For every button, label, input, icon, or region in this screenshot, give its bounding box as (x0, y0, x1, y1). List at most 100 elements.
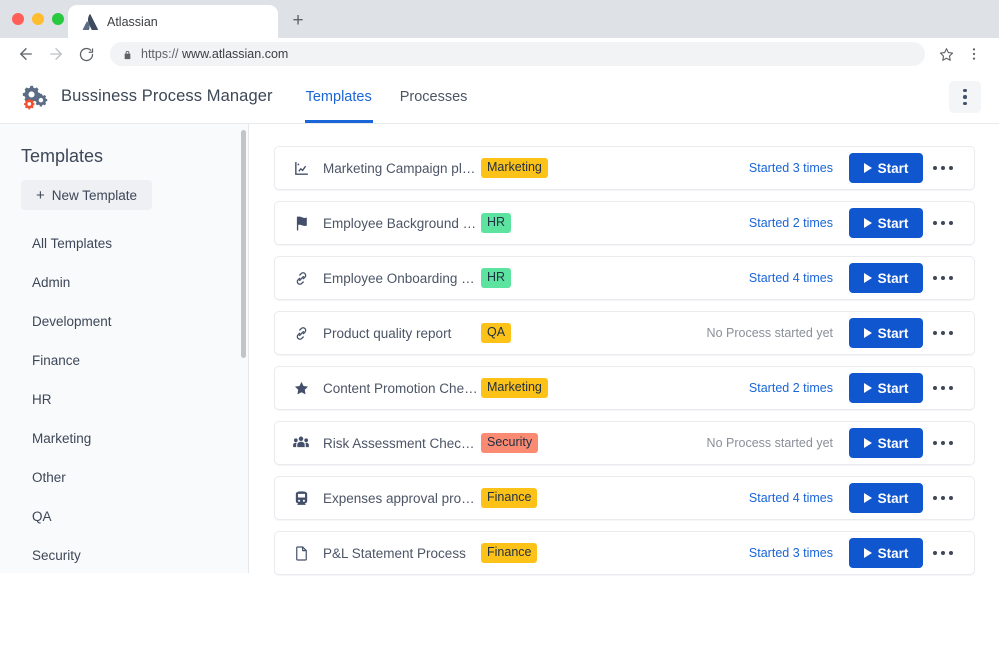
browser-tab[interactable]: Atlassian (68, 5, 278, 38)
new-tab-button[interactable]: + (287, 10, 309, 32)
sidebar-item-qa[interactable]: QA (0, 497, 248, 536)
row-overflow-menu-button[interactable] (923, 208, 963, 238)
sidebar-item-all-templates[interactable]: All Templates (0, 224, 248, 263)
start-button[interactable]: Start (849, 318, 923, 348)
lock-icon (122, 48, 132, 60)
sidebar-item-security[interactable]: Security (0, 536, 248, 573)
app-window: Atlassian + https:// www.atlassian.com B… (0, 0, 999, 662)
row-overflow-menu-button[interactable] (923, 538, 963, 568)
tab-templates[interactable]: Templates (304, 70, 373, 123)
start-button[interactable]: Start (849, 373, 923, 403)
tab-processes[interactable]: Processes (399, 70, 469, 123)
sidebar-item-marketing[interactable]: Marketing (0, 419, 248, 458)
kebab-dot (949, 551, 953, 555)
kebab-dot (963, 88, 967, 93)
row-overflow-menu-button[interactable] (923, 483, 963, 513)
kebab-dot (933, 441, 937, 445)
back-arrow-icon[interactable] (12, 40, 40, 68)
minimize-window-button[interactable] (32, 13, 44, 25)
browser-menu-icon[interactable] (961, 41, 987, 67)
sidebar-list: All Templates Admin Development Finance … (0, 224, 248, 573)
kebab-dot (949, 166, 953, 170)
forward-arrow-icon (42, 40, 70, 68)
address-bar-url: https:// www.atlassian.com (141, 47, 288, 61)
browser-toolbar: https:// www.atlassian.com (0, 38, 999, 70)
close-window-button[interactable] (12, 13, 24, 25)
start-button[interactable]: Start (849, 153, 923, 183)
run-count-status: Started 4 times (748, 491, 833, 505)
play-icon (863, 493, 872, 503)
sidebar-item-development[interactable]: Development (0, 302, 248, 341)
sidebar-item-label: HR (32, 392, 52, 407)
start-button[interactable]: Start (849, 538, 923, 568)
kebab-dot (933, 551, 937, 555)
start-button-label: Start (877, 490, 909, 506)
start-button[interactable]: Start (849, 483, 923, 513)
atlassian-favicon-icon (82, 13, 99, 30)
run-count-status: Started 2 times (748, 216, 833, 230)
star-icon (292, 379, 310, 397)
kebab-dot (933, 496, 937, 500)
kebab-dot (949, 331, 953, 335)
sidebar-item-hr[interactable]: HR (0, 380, 248, 419)
row-overflow-menu-button[interactable] (923, 428, 963, 458)
kebab-dot (933, 276, 937, 280)
sidebar-item-admin[interactable]: Admin (0, 263, 248, 302)
address-bar[interactable]: https:// www.atlassian.com (110, 42, 925, 66)
sidebar-item-label: Development (32, 314, 112, 329)
category-tag-cell: Finance (481, 543, 611, 563)
category-tag-cell: HR (481, 268, 611, 288)
kebab-dot (941, 496, 945, 500)
status-badge: QA (481, 323, 512, 343)
table-row[interactable]: Content Promotion Checklist Marketing Star… (274, 366, 975, 410)
start-button[interactable]: Start (849, 208, 923, 238)
table-row[interactable]: P&L Statement Process Finance Started 3 ti… (274, 531, 975, 575)
app-nav-tabs: Templates Processes (304, 70, 469, 123)
kebab-dot (949, 276, 953, 280)
run-count-status: Started 3 times (748, 546, 833, 560)
run-count-status: No Process started yet (706, 326, 833, 340)
table-row[interactable]: Marketing Campaign plan c...Marketing Sta… (274, 146, 975, 190)
url-host: www.atlassian.com (182, 47, 289, 61)
maximize-window-button[interactable] (52, 13, 64, 25)
template-name: Content Promotion Checklist (323, 380, 481, 396)
kebab-dot (963, 95, 967, 99)
kebab-dot (949, 221, 953, 225)
start-button-label: Start (877, 160, 909, 176)
sidebar-item-label: Finance (32, 353, 81, 368)
sidebar-item-other[interactable]: Other (0, 458, 248, 497)
play-icon (863, 383, 872, 393)
header-kebab-menu-button[interactable] (949, 81, 981, 113)
start-button-label: Start (877, 435, 909, 451)
run-count-status: Started 3 times (748, 161, 833, 175)
category-tag-cell: HR (481, 213, 611, 233)
star-icon[interactable] (933, 41, 959, 67)
browser-chrome: Atlassian + https:// www.atlassian.com (0, 0, 999, 70)
kebab-dot (949, 386, 953, 390)
template-name: Marketing Campaign plan c... (323, 160, 481, 176)
table-row[interactable]: Product quality report QA No Process start… (274, 311, 975, 355)
browser-tab-title: Atlassian (107, 14, 158, 29)
table-row[interactable]: Expenses approval process Finance Started … (274, 476, 975, 520)
sidebar-scrollbar[interactable] (241, 130, 246, 358)
play-icon (863, 438, 872, 448)
run-count-status: Started 4 times (748, 271, 833, 285)
reload-icon[interactable] (72, 40, 100, 68)
row-overflow-menu-button[interactable] (923, 263, 963, 293)
table-row[interactable]: Risk Assessment Check List Security No Pro… (274, 421, 975, 465)
row-overflow-menu-button[interactable] (923, 318, 963, 348)
sidebar-item-label: Admin (32, 275, 71, 290)
sidebar-item-finance[interactable]: Finance (0, 341, 248, 380)
table-row[interactable]: Employee Background CheckHR Started 2 tim… (274, 201, 975, 245)
kebab-dot (933, 386, 937, 390)
link-chain-icon (292, 324, 310, 342)
start-button[interactable]: Start (849, 428, 923, 458)
template-name: Product quality report (323, 325, 452, 341)
row-overflow-menu-button[interactable] (923, 153, 963, 183)
new-template-button[interactable]: + New Template (21, 180, 152, 210)
window-traffic-lights (12, 13, 64, 25)
start-button[interactable]: Start (849, 263, 923, 293)
row-overflow-menu-button[interactable] (923, 373, 963, 403)
category-tag-cell: QA (481, 323, 611, 343)
table-row[interactable]: Employee Onboarding Chec...HR Started 4 t… (274, 256, 975, 300)
